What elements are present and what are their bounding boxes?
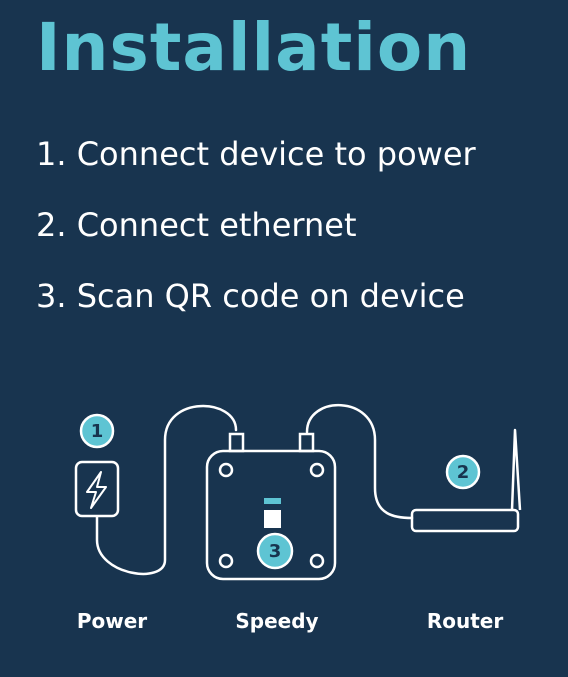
ethernet-cable	[305, 403, 414, 520]
svg-text:3: 3	[269, 541, 282, 562]
lightning-bolt-icon	[86, 471, 107, 509]
svg-text:2: 2	[457, 462, 470, 483]
step-connect-ethernet: 2. Connect ethernet	[36, 206, 357, 244]
page-title: Installation	[36, 9, 472, 86]
badge-router: 2	[445, 454, 481, 490]
power-adapter	[74, 460, 120, 518]
qr-code-patch	[264, 510, 281, 528]
router-label: Router	[426, 609, 504, 633]
svg-text:1: 1	[91, 421, 104, 442]
status-led	[264, 498, 281, 504]
installation-steps: 1. Connect device to power 2. Connect et…	[36, 130, 476, 343]
step-scan-qr: 3. Scan QR code on device	[36, 277, 465, 315]
speedy-label: Speedy	[235, 609, 319, 633]
step-connect-power: 1. Connect device to power	[36, 135, 476, 173]
installation-diagram: 1 2 3	[74, 403, 522, 581]
power-label: Power	[76, 609, 148, 633]
badge-power: 1	[79, 413, 115, 449]
badge-speedy: 3	[256, 532, 294, 570]
